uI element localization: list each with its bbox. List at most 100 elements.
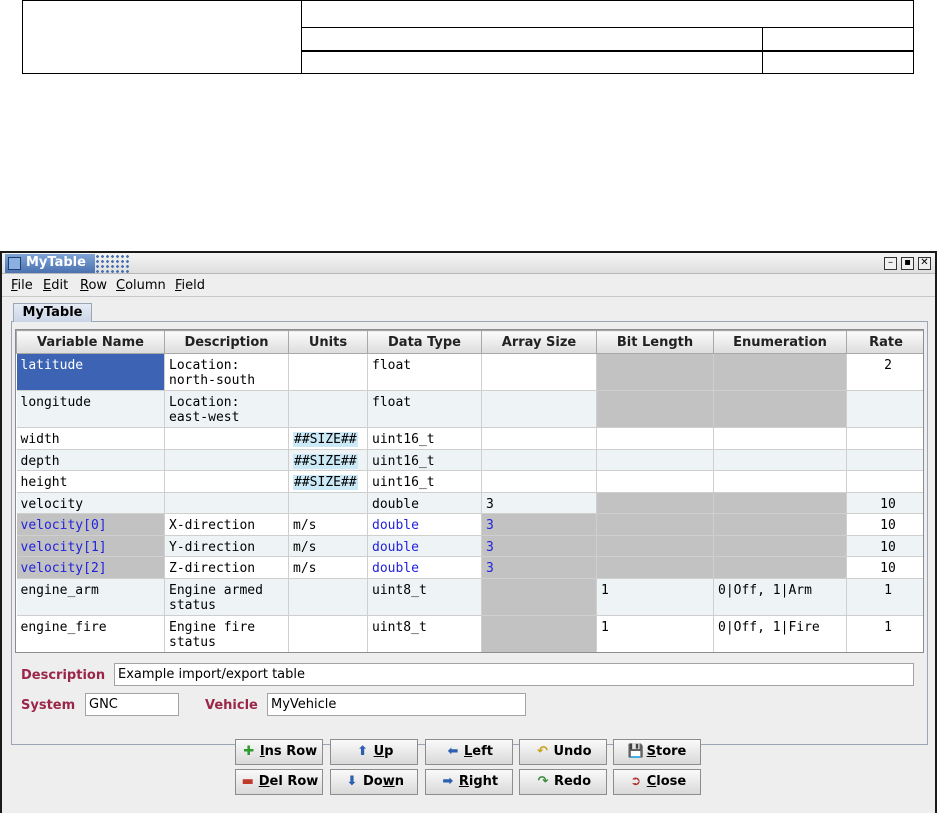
maximize-icon[interactable]: ▪ (901, 257, 914, 270)
table-cell[interactable]: Engine fire status (164, 615, 289, 652)
table-cell[interactable]: 1 (846, 578, 923, 616)
table-cell[interactable]: uint16_t (367, 470, 482, 493)
table-cell[interactable]: Location: east-west (164, 390, 289, 428)
table-cell[interactable] (164, 449, 289, 471)
table-cell[interactable] (288, 578, 368, 616)
menu-row[interactable]: Row (80, 278, 107, 293)
table-cell[interactable]: m/s (288, 535, 368, 557)
table-row[interactable]: velocity[1] Y-direction m/s double 3 10 (16, 535, 923, 557)
close-window-icon[interactable]: ✕ (918, 257, 931, 270)
table-cell[interactable]: latitude (16, 353, 165, 391)
table-cell[interactable]: engine_fire (16, 615, 165, 652)
move-up-button[interactable]: ⬆ Up (330, 739, 418, 765)
description-field[interactable]: Example import/export table (114, 663, 914, 686)
table-cell[interactable] (713, 449, 847, 471)
table-cell[interactable]: uint16_t (367, 449, 482, 471)
table-cell[interactable] (164, 427, 289, 450)
table-cell[interactable] (288, 353, 368, 391)
column-header-enumeration[interactable]: Enumeration (713, 330, 847, 354)
redo-button[interactable]: ↷ Redo (519, 769, 607, 795)
table-cell[interactable]: double (367, 513, 482, 536)
table-cell[interactable]: width (16, 427, 165, 450)
table-cell[interactable]: 10 (846, 513, 923, 536)
column-header-bit-length[interactable]: Bit Length (596, 330, 714, 354)
table-cell[interactable] (164, 470, 289, 493)
table-cell[interactable] (481, 427, 597, 450)
table-cell[interactable]: X-direction (164, 513, 289, 536)
menu-column[interactable]: Column (116, 278, 166, 293)
column-header-array-size[interactable]: Array Size (481, 330, 597, 354)
table-cell[interactable] (596, 449, 714, 471)
insert-row-button[interactable]: ✚ Ins Row (235, 739, 323, 765)
store-button[interactable]: 💾 Store (613, 739, 701, 765)
delete-row-button[interactable]: ▬ Del Row (235, 769, 323, 795)
table-cell[interactable]: Location: north-south (164, 353, 289, 391)
table-row[interactable]: longitude Location: east-west float (16, 390, 923, 428)
table-cell[interactable] (164, 492, 289, 514)
table-row[interactable]: velocity[0] X-direction m/s double 3 10 (16, 513, 923, 536)
table-cell[interactable]: longitude (16, 390, 165, 428)
table-row[interactable]: engine_fire Engine fire status uint8_t 1… (16, 615, 923, 652)
table-cell[interactable]: depth (16, 449, 165, 471)
table-cell[interactable]: ##SIZE## (288, 449, 368, 471)
table-cell[interactable] (481, 390, 597, 428)
table-cell[interactable]: 1 (596, 578, 714, 616)
menu-file[interactable]: File (11, 278, 33, 293)
table-cell[interactable]: m/s (288, 513, 368, 536)
system-field[interactable]: GNC (85, 693, 179, 716)
table-cell[interactable]: velocity (16, 492, 165, 514)
table-cell[interactable]: uint8_t (367, 615, 482, 652)
table-row[interactable]: engine_arm Engine armed status uint8_t 1… (16, 578, 923, 616)
table-cell[interactable] (481, 353, 597, 391)
undo-button[interactable]: ↶ Undo (519, 739, 607, 765)
table-cell[interactable]: 10 (846, 556, 923, 579)
table-cell[interactable]: 10 (846, 492, 923, 514)
column-header-description[interactable]: Description (164, 330, 289, 354)
move-down-button[interactable]: ⬇ Down (330, 769, 418, 795)
title-bar[interactable]: MyTable – ▪ ✕ (2, 253, 935, 274)
table-cell[interactable]: 2 (846, 353, 923, 391)
table-row[interactable]: depth ##SIZE## uint16_t (16, 449, 923, 471)
table-cell[interactable]: uint16_t (367, 427, 482, 450)
table-cell[interactable] (481, 470, 597, 493)
table-cell[interactable] (713, 427, 847, 450)
table-cell[interactable] (596, 470, 714, 493)
table-cell[interactable]: double (367, 556, 482, 579)
table-cell[interactable]: engine_arm (16, 578, 165, 616)
table-cell[interactable] (596, 427, 714, 450)
column-header-data-type[interactable]: Data Type (367, 330, 482, 354)
column-header-units[interactable]: Units (288, 330, 368, 354)
table-cell[interactable] (846, 390, 923, 428)
table-cell[interactable]: height (16, 470, 165, 493)
table-row[interactable]: velocity double 3 10 (16, 492, 923, 514)
table-cell[interactable]: m/s (288, 556, 368, 579)
table-cell[interactable]: uint8_t (367, 578, 482, 616)
table-cell[interactable]: double (367, 492, 482, 514)
column-header-variable-name[interactable]: Variable Name (16, 330, 165, 354)
table-cell[interactable]: ##SIZE## (288, 470, 368, 493)
table-cell[interactable]: double (367, 535, 482, 557)
table-cell[interactable]: 0|Off, 1|Fire (713, 615, 847, 652)
move-left-button[interactable]: ⬅ Left (425, 739, 513, 765)
table-cell[interactable]: ##SIZE## (288, 427, 368, 450)
data-table[interactable]: Variable Name Description Units Data Typ… (15, 329, 924, 653)
close-button[interactable]: ➲ Close (613, 769, 701, 795)
table-cell[interactable]: Y-direction (164, 535, 289, 557)
table-cell[interactable] (288, 615, 368, 652)
table-row[interactable]: width ##SIZE## uint16_t (16, 427, 923, 450)
table-cell[interactable]: 10 (846, 535, 923, 557)
table-cell[interactable] (713, 470, 847, 493)
vehicle-field[interactable]: MyVehicle (267, 693, 526, 716)
move-right-button[interactable]: ➡ Right (425, 769, 513, 795)
tab-mytable[interactable]: MyTable (13, 303, 92, 322)
menu-edit[interactable]: Edit (43, 278, 68, 293)
minimize-icon[interactable]: – (884, 257, 897, 270)
table-row[interactable]: latitude Location: north-south float 2 (16, 353, 923, 391)
table-cell[interactable] (846, 470, 923, 493)
table-cell[interactable] (288, 390, 368, 428)
table-cell[interactable]: 3 (481, 492, 597, 514)
table-cell[interactable]: 1 (596, 615, 714, 652)
table-cell[interactable] (846, 427, 923, 450)
table-cell[interactable]: Engine armed status (164, 578, 289, 616)
column-header-rate[interactable]: Rate (846, 330, 923, 354)
